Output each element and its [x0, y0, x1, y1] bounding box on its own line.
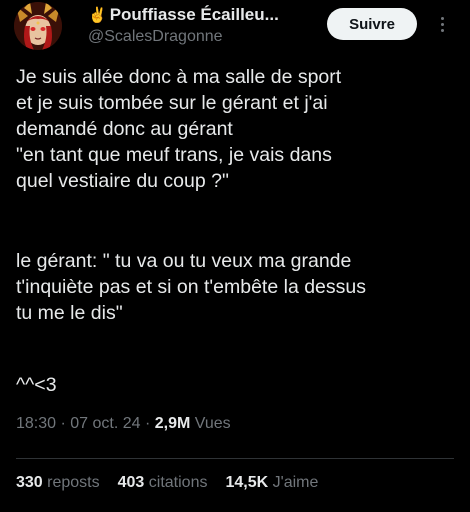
quotes-stat[interactable]: 403 citations — [118, 474, 208, 492]
reposts-stat[interactable]: 330 reposts — [16, 474, 100, 492]
follow-button[interactable]: Suivre — [327, 8, 417, 40]
tweet-meta: 18:30 · 07 oct. 24 · 2,9M Vues — [16, 415, 231, 433]
quotes-label: citations — [148, 474, 208, 491]
author-handle[interactable]: @ScalesDragonne — [88, 28, 223, 46]
views-count: 2,9M — [154, 415, 191, 432]
avatar[interactable] — [14, 2, 62, 50]
engagement-stats: 330 reposts 403 citations 14,5K J'aime — [16, 474, 336, 492]
quotes-count: 403 — [117, 474, 145, 491]
victory-hand-icon: ✌️ — [88, 6, 107, 24]
meta-separator: · — [56, 415, 71, 432]
divider — [16, 458, 454, 459]
likes-count: 14,5K — [225, 474, 269, 491]
tweet-paragraph: ^^<3 — [16, 374, 57, 396]
reposts-count: 330 — [16, 474, 43, 491]
tweet-date[interactable]: 07 oct. 24 — [70, 415, 140, 432]
likes-stat[interactable]: 14,5K J'aime — [225, 474, 318, 492]
tweet-time[interactable]: 18:30 — [16, 415, 56, 432]
dragon-avatar-icon — [14, 2, 62, 50]
views-label: Vues — [194, 415, 231, 432]
author-display-name[interactable]: Pouffiasse Écailleu... — [110, 5, 279, 25]
tweet-paragraph: le gérant: " tu va ou tu veux ma grande … — [16, 250, 366, 324]
more-options-icon[interactable] — [434, 12, 450, 36]
author-name-row[interactable]: ✌️ Pouffiasse Écailleu... — [88, 5, 279, 25]
reposts-label: reposts — [47, 474, 100, 491]
meta-separator: · — [140, 415, 155, 432]
tweet-paragraph: Je suis allée donc à ma salle de sport e… — [16, 66, 342, 192]
likes-label: J'aime — [272, 474, 319, 491]
